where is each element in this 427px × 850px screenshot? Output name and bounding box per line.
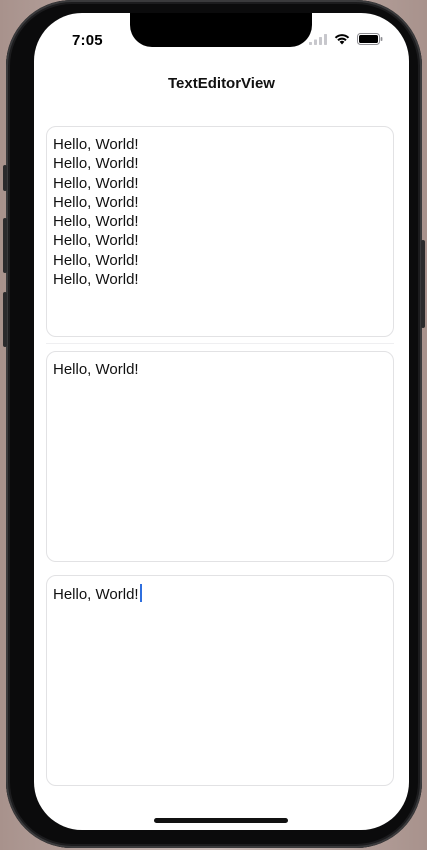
editor-line: Hello, World! <box>53 213 139 231</box>
editor-line: Hello, World! <box>53 136 139 153</box>
home-indicator[interactable] <box>154 818 288 823</box>
editor-line: Hello, World! <box>53 193 139 211</box>
silent-switch <box>3 165 7 191</box>
wifi-icon <box>334 34 350 45</box>
status-time: 7:05 <box>72 32 103 49</box>
signal-icon <box>309 33 327 45</box>
editor-text: Hello, World! <box>53 586 139 603</box>
editor-line: Hello, World! <box>53 174 139 192</box>
editor-line: Hello, World! <box>53 361 139 378</box>
editor-line-focused: Hello, World! <box>53 584 387 604</box>
volume-down-button <box>3 292 7 347</box>
notch <box>130 13 312 47</box>
editor-line: Hello, World! <box>53 155 139 173</box>
divider <box>46 343 394 344</box>
battery-icon <box>357 33 383 45</box>
text-editor-3[interactable]: Hello, World! <box>46 575 394 786</box>
editor-line: Hello, World! <box>53 232 139 250</box>
volume-up-button <box>3 218 7 273</box>
phone-frame: 7:05 TextEditorView Hello, World! Hello,… <box>3 0 425 848</box>
editor-line: Hello, World! <box>53 251 139 269</box>
text-caret <box>139 584 142 602</box>
text-editor-2[interactable]: Hello, World! <box>46 351 394 562</box>
status-icons <box>309 33 383 45</box>
power-button <box>421 240 425 328</box>
screen: 7:05 TextEditorView Hello, World! Hello,… <box>34 13 409 830</box>
editor-line: Hello, World! <box>53 271 139 289</box>
text-editor-1[interactable]: Hello, World! Hello, World! Hello, World… <box>46 126 394 337</box>
nav-title: TextEditorView <box>168 75 275 92</box>
